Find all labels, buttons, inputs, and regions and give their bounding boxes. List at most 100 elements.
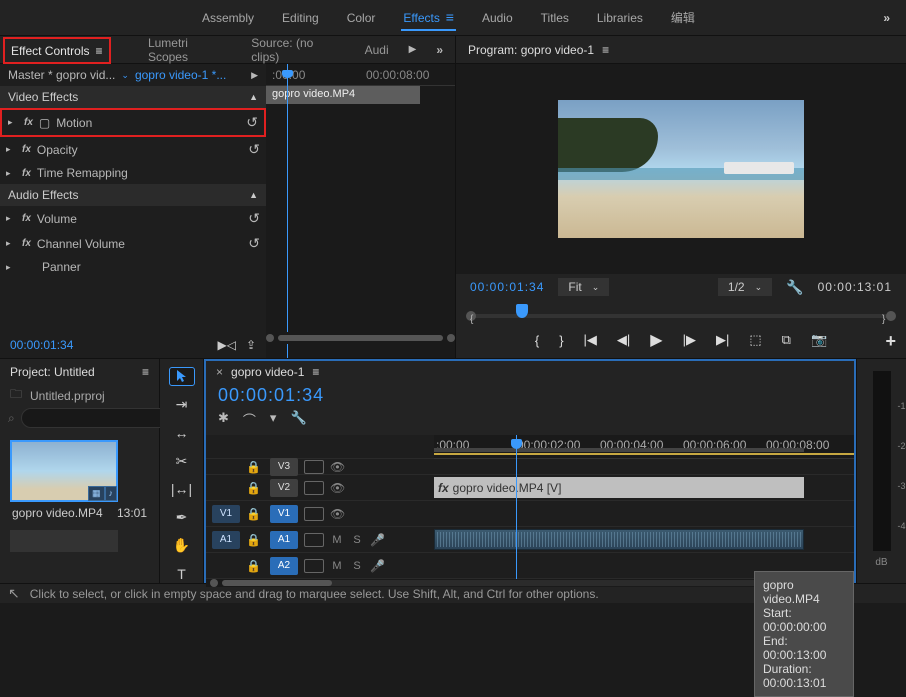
solo-button[interactable]: S (350, 560, 364, 572)
type-tool[interactable]: T (169, 565, 195, 583)
hand-tool[interactable]: ✋ (169, 537, 195, 555)
twirl-icon[interactable]: ▸ (6, 238, 16, 249)
workspace-custom[interactable]: 编辑 (669, 5, 697, 30)
track-target-a2[interactable]: A2 (270, 557, 298, 575)
track-header-a2[interactable]: 🔒 A2 M S 🎤 (206, 553, 434, 579)
project-item-thumbnail[interactable]: ▦♪ (10, 440, 118, 502)
effect-controls-clip-bar[interactable]: gopro video.MP4 (266, 86, 420, 104)
timeline-timecode[interactable]: 00:00:01:34 (206, 383, 854, 410)
project-item-name[interactable]: gopro video.MP4 (12, 506, 103, 520)
mark-out-icon[interactable]: } (559, 333, 563, 348)
workspace-editing[interactable]: Editing (280, 7, 321, 29)
workspace-overflow[interactable]: » (883, 11, 892, 25)
effect-volume[interactable]: ▸ fx Volume ↺ (0, 206, 266, 231)
track-lane-a1[interactable] (434, 527, 854, 553)
lock-icon[interactable]: 🔒 (246, 460, 264, 474)
lock-icon[interactable]: 🔒 (246, 507, 264, 521)
linked-selection-icon[interactable]: ⌒ (243, 410, 256, 429)
effect-time-remapping[interactable]: ▸ fx Time Remapping (0, 162, 266, 184)
fx-badge-icon[interactable]: fx (24, 117, 33, 128)
sequence-tab[interactable]: gopro video-1 (231, 365, 304, 379)
workspace-assembly[interactable]: Assembly (200, 7, 256, 29)
track-target-v2[interactable]: V2 (270, 479, 298, 497)
extract-icon[interactable]: ⧉ (782, 332, 791, 348)
mark-in-icon[interactable]: { (535, 333, 539, 348)
workspace-color[interactable]: Color (345, 7, 378, 29)
sync-lock-icon[interactable] (304, 481, 324, 495)
workspace-effects[interactable]: Effects ≡ (401, 5, 456, 31)
eye-icon[interactable]: 👁 (330, 507, 348, 521)
audio-clip[interactable] (434, 529, 804, 550)
twirl-icon[interactable]: ▸ (6, 144, 16, 155)
panel-overflow[interactable]: » (436, 43, 445, 57)
bin-icon[interactable]: 🗀 (10, 385, 22, 406)
track-select-tool[interactable]: ⇥ (169, 396, 195, 414)
lock-icon[interactable]: 🔒 (246, 533, 264, 547)
hamburger-icon[interactable]: ≡ (312, 365, 319, 379)
program-timecode-current[interactable]: 00:00:01:34 (470, 280, 544, 294)
hamburger-icon[interactable]: ≡ (95, 44, 102, 58)
twirl-icon[interactable]: ▸ (6, 168, 16, 179)
selection-tool[interactable] (169, 367, 195, 386)
pen-tool[interactable]: ✒ (169, 508, 195, 526)
twirl-icon[interactable]: ▸ (6, 213, 16, 224)
timeline-tracks-area[interactable]: :00:00 00:00:02:00 00:00:04:00 00:00:06:… (434, 435, 854, 579)
program-monitor-viewport[interactable] (456, 64, 906, 274)
add-marker-icon[interactable]: ▾ (270, 410, 277, 429)
effect-controls-h-scrollbar[interactable] (266, 332, 455, 344)
effect-motion[interactable]: ▸ fx ▢ Motion ↺ (0, 108, 266, 137)
audio-tab-truncated[interactable]: Audi (365, 43, 389, 57)
loop-icon[interactable]: ▶◁ (217, 338, 235, 352)
track-lane-v2[interactable]: fxgopro video.MP4 [V] (434, 475, 854, 501)
track-header-a1[interactable]: A1 🔒 A1 M S 🎤 (206, 527, 434, 553)
sync-lock-icon[interactable] (304, 533, 324, 547)
effect-controls-timeline[interactable]: :00:00 00:00:08:00 gopro video.MP4 (266, 64, 455, 358)
track-target-v1[interactable]: V1 (270, 505, 298, 523)
timeline-settings-icon[interactable]: 🔧 (290, 410, 306, 429)
effect-channel-volume[interactable]: ▸ fx Channel Volume ↺ (0, 231, 266, 256)
effect-controls-tab[interactable]: Effect Controls ≡ (3, 37, 111, 64)
hamburger-icon[interactable]: ≡ (442, 9, 454, 25)
effect-controls-timecode[interactable]: 00:00:01:34 (0, 332, 83, 358)
lock-icon[interactable]: 🔒 (246, 481, 264, 495)
slip-tool[interactable]: |↔| (169, 480, 195, 498)
eye-icon[interactable]: 👁 (330, 460, 348, 474)
playhead[interactable] (287, 64, 288, 358)
mute-button[interactable]: M (330, 534, 344, 546)
voice-over-icon[interactable]: 🎤 (370, 533, 388, 547)
track-header-v3[interactable]: 🔒 V3 👁 (206, 459, 434, 475)
sequence-clip-label[interactable]: gopro video-1 *... (135, 68, 226, 82)
solo-button[interactable]: S (350, 534, 364, 546)
project-item-thumbnail[interactable] (10, 530, 118, 552)
ripple-edit-tool[interactable]: ↔ (169, 424, 195, 442)
effect-opacity[interactable]: ▸ fx Opacity ↺ (0, 137, 266, 162)
reset-icon[interactable]: ↺ (246, 114, 258, 131)
fx-badge-icon[interactable]: fx (22, 213, 31, 224)
go-to-in-icon[interactable]: |◀ (584, 332, 597, 348)
track-target-v3[interactable]: V3 (270, 458, 298, 476)
reset-icon[interactable]: ↺ (248, 210, 260, 227)
close-sequence-icon[interactable]: × (216, 365, 223, 379)
fx-badge-icon[interactable]: fx (22, 168, 31, 179)
hamburger-icon[interactable]: ≡ (602, 43, 609, 57)
eye-icon[interactable]: 👁 (330, 481, 348, 495)
reset-icon[interactable]: ↺ (248, 141, 260, 158)
workspace-libraries[interactable]: Libraries (595, 7, 645, 29)
master-clip-label[interactable]: Master * gopro vid... (8, 68, 115, 82)
step-back-icon[interactable]: ◀| (617, 332, 630, 348)
workspace-titles[interactable]: Titles (539, 7, 571, 29)
resolution-dropdown[interactable]: 1/2⌄ (718, 278, 772, 296)
reset-icon[interactable]: ↺ (248, 235, 260, 252)
effect-controls-ruler[interactable]: :00:00 00:00:08:00 (266, 64, 455, 86)
mute-button[interactable]: M (330, 560, 344, 572)
razor-tool[interactable]: ✂ (169, 452, 195, 470)
twirl-icon[interactable]: ▸ (6, 262, 16, 273)
sync-lock-icon[interactable] (304, 507, 324, 521)
twirl-icon[interactable]: ▸ (8, 117, 18, 128)
video-effects-header[interactable]: Video Effects ▲ (0, 86, 266, 108)
program-scrubber[interactable]: { } (470, 304, 892, 322)
source-monitor-tab[interactable]: Source: (no clips) (251, 36, 344, 64)
go-to-out-icon[interactable]: ▶| (716, 332, 729, 348)
fx-badge-icon[interactable]: fx (22, 144, 31, 155)
lumetri-scopes-tab[interactable]: Lumetri Scopes (148, 36, 231, 64)
